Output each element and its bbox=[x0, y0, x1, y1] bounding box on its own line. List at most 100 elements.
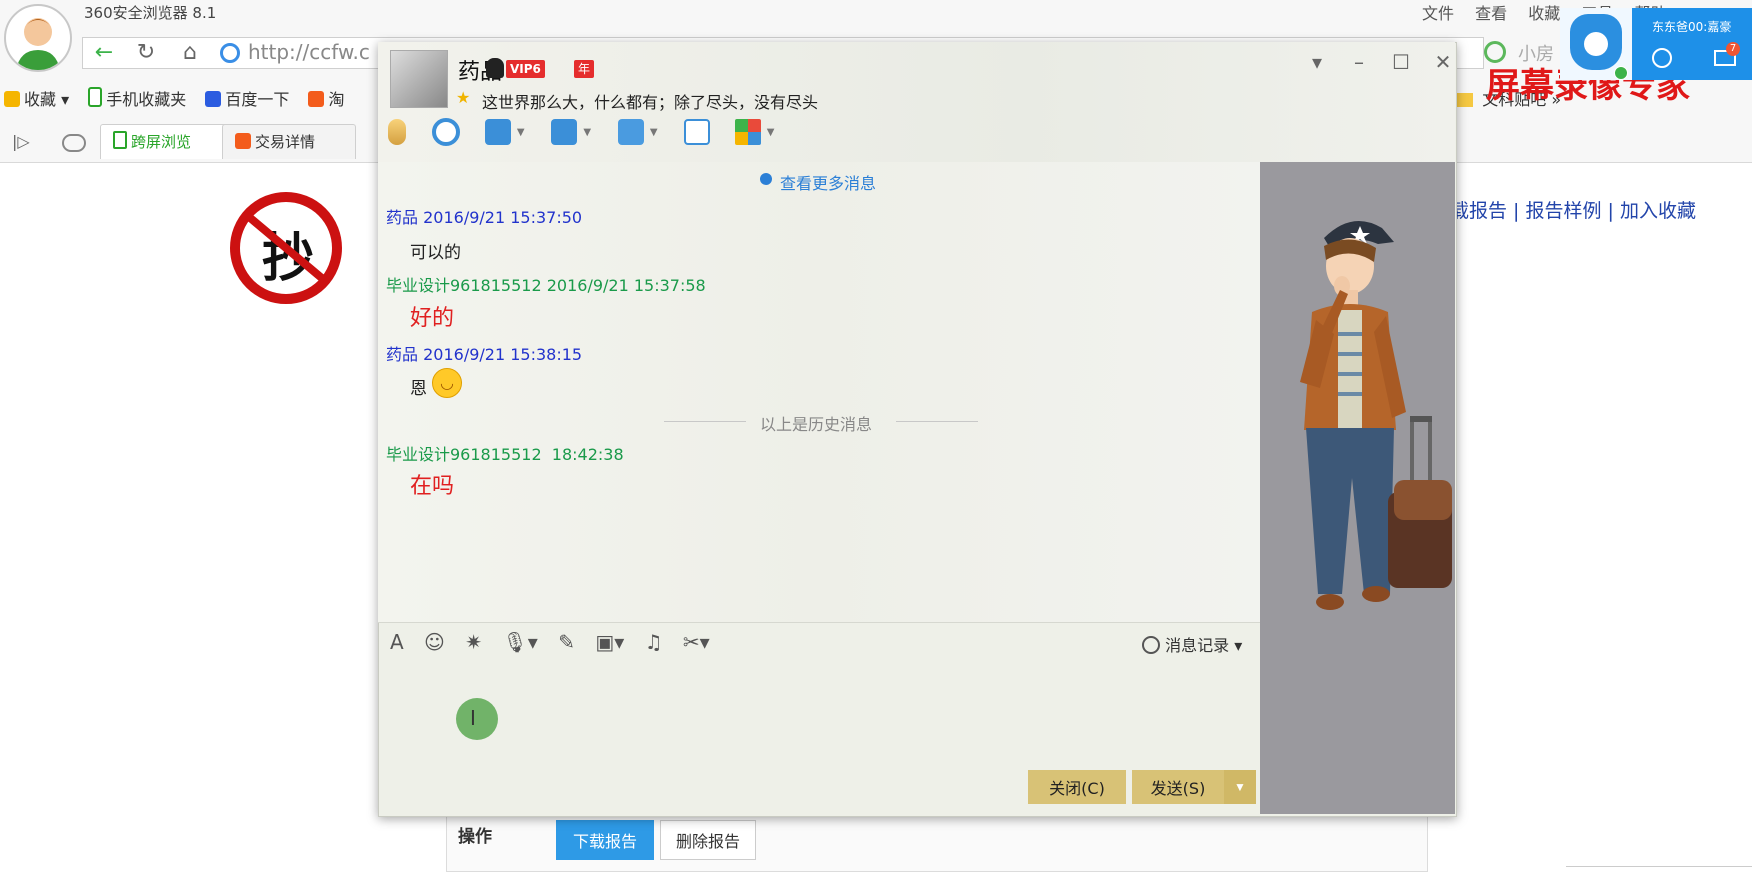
maximize-icon[interactable]: ☐ bbox=[1380, 50, 1422, 74]
secure-globe-icon bbox=[220, 43, 240, 63]
penguin-icon bbox=[486, 58, 504, 78]
input-tools: A ☺ ✷ 🎙▾ ✎ ▣▾ ♫ ✂▾ bbox=[390, 630, 724, 654]
dropdown-icon[interactable]: ▼ bbox=[517, 127, 531, 138]
online-status-icon bbox=[1614, 66, 1628, 80]
baidu-paw-icon bbox=[205, 91, 222, 107]
message-time: 2016/9/21 15:38:15 bbox=[423, 345, 583, 364]
message-record-button[interactable]: 消息记录 ▾ bbox=[1142, 632, 1242, 656]
message-sender: 药品 bbox=[386, 208, 419, 227]
divider bbox=[1566, 866, 1752, 867]
edit-icon[interactable]: ✎ bbox=[558, 630, 575, 654]
dropdown-icon[interactable]: ▼ bbox=[767, 127, 781, 138]
screenshot-icon[interactable]: ✂▾ bbox=[683, 630, 710, 654]
nudge-icon[interactable]: ✷ bbox=[465, 630, 482, 654]
notification-text: 东东爸00:嘉豪 bbox=[1652, 20, 1732, 34]
send-button[interactable]: 发送(S) bbox=[1132, 770, 1224, 804]
download-report-button[interactable]: 下载报告 bbox=[556, 820, 654, 860]
taobao-icon bbox=[308, 91, 325, 107]
bookmark-taobao[interactable]: 淘 bbox=[308, 86, 344, 110]
message-text: 在吗 bbox=[410, 474, 455, 499]
send-options-dropdown[interactable]: ▼ bbox=[1224, 770, 1256, 804]
window-controls: ▾ – ☐ ✕ bbox=[1296, 50, 1464, 74]
message-header: 毕业设计961815512 2016/9/21 15:37:58 bbox=[386, 272, 706, 296]
bookmark-mobile[interactable]: 手机收藏夹 bbox=[88, 86, 186, 110]
cloud-icon[interactable] bbox=[62, 134, 86, 152]
dropdown-icon[interactable]: ▾ bbox=[1296, 50, 1338, 74]
close-icon[interactable]: ✕ bbox=[1422, 50, 1464, 74]
menu-item-favorites[interactable]: 收藏 bbox=[1528, 4, 1560, 23]
apps-icon[interactable] bbox=[734, 119, 761, 145]
star-icon bbox=[4, 91, 20, 107]
show-character-panel bbox=[1260, 162, 1455, 814]
page-links[interactable]: 载报告 | 报告样例 | 加入收藏 bbox=[1450, 196, 1696, 223]
mail-badge: 7 bbox=[1726, 42, 1740, 56]
voice-call-icon[interactable] bbox=[388, 119, 406, 145]
bookmark-baidu[interactable]: 百度一下 bbox=[205, 86, 289, 110]
user-avatar[interactable] bbox=[4, 4, 72, 72]
divider bbox=[896, 421, 978, 422]
contact-avatar[interactable] bbox=[390, 50, 448, 108]
operations-label: 操作 bbox=[458, 827, 492, 847]
cursor-highlight bbox=[456, 698, 498, 740]
character-illustration bbox=[1300, 220, 1452, 610]
message-header: 毕业设计961815512 18:42:38 bbox=[386, 441, 624, 465]
mascot-face bbox=[1584, 32, 1608, 56]
phone-icon bbox=[88, 87, 103, 107]
clock-icon bbox=[1142, 636, 1160, 654]
dropdown-icon[interactable]: ▼ bbox=[583, 127, 597, 138]
message-time: 2016/9/21 15:37:50 bbox=[423, 208, 583, 227]
video-call-icon[interactable] bbox=[432, 118, 461, 146]
message-list[interactable] bbox=[378, 162, 1260, 622]
image-icon[interactable]: ▣▾ bbox=[595, 630, 624, 654]
message-time: 18:42:38 bbox=[551, 445, 624, 464]
discussion-icon[interactable] bbox=[684, 119, 711, 145]
phone-icon bbox=[113, 131, 127, 149]
chat-toolbar: ▼ ▼ ▼ ▼ bbox=[388, 118, 797, 158]
screen-share-icon[interactable] bbox=[484, 119, 511, 145]
home-icon[interactable]: ⌂ bbox=[176, 40, 204, 66]
bookmarks-bar: 收藏 ▾ 手机收藏夹 百度一下 淘 bbox=[4, 86, 358, 110]
message-sender: 药品 bbox=[386, 345, 419, 364]
divider bbox=[664, 421, 746, 422]
browser-title: 360安全浏览器 8.1 bbox=[84, 4, 217, 22]
smile-emoji-icon: ◡ bbox=[432, 368, 462, 398]
delete-report-button[interactable]: 删除报告 bbox=[660, 820, 756, 860]
message-header: 药品 2016/9/21 15:38:15 bbox=[386, 341, 582, 365]
bookmark-favorites[interactable]: 收藏 ▾ bbox=[4, 86, 69, 110]
close-button[interactable]: 关闭(C) bbox=[1028, 770, 1126, 804]
message-sender: 毕业设计961815512 bbox=[386, 445, 542, 464]
message-header: 药品 2016/9/21 15:37:50 bbox=[386, 204, 582, 228]
folder-icon bbox=[1457, 93, 1474, 107]
view-more-messages-link[interactable]: 查看更多消息 bbox=[780, 170, 876, 194]
text-cursor-icon: I bbox=[470, 706, 476, 730]
message-sender: 毕业设计961815512 bbox=[386, 276, 542, 295]
message-time: 2016/9/21 15:37:58 bbox=[546, 276, 706, 295]
menu-item-view[interactable]: 查看 bbox=[1475, 4, 1507, 23]
tab-trade-details[interactable]: 交易详情 bbox=[222, 124, 356, 159]
tab-cross-screen[interactable]: 跨屏浏览 bbox=[100, 124, 234, 159]
remote-desktop-icon[interactable] bbox=[617, 119, 644, 145]
font-icon[interactable]: A bbox=[390, 630, 404, 654]
clock-icon bbox=[760, 173, 772, 185]
minimize-icon[interactable]: – bbox=[1338, 50, 1380, 74]
music-icon[interactable]: ♫ bbox=[645, 630, 663, 654]
vip-badge: VIP6 bbox=[506, 60, 545, 78]
sidebar-toggle-icon[interactable]: |▷ bbox=[12, 132, 30, 151]
file-transfer-icon[interactable] bbox=[551, 119, 578, 145]
voice-message-icon[interactable]: 🎙▾ bbox=[502, 630, 537, 654]
history-divider-label: 以上是历史消息 bbox=[760, 415, 873, 434]
message-input[interactable] bbox=[378, 668, 1260, 814]
url-field[interactable]: http://ccfw.c bbox=[248, 40, 370, 64]
back-icon[interactable]: ← bbox=[90, 40, 118, 66]
star-icon: ★ bbox=[456, 88, 471, 107]
message-text: 可以的 bbox=[410, 243, 461, 263]
year-badge: 年 bbox=[574, 60, 594, 78]
smile-icon[interactable] bbox=[1652, 48, 1672, 68]
emoji-icon[interactable]: ☺ bbox=[424, 630, 445, 654]
message-text: 好的 bbox=[410, 306, 455, 331]
dropdown-icon[interactable]: ▼ bbox=[650, 127, 664, 138]
menu-item-file[interactable]: 文件 bbox=[1422, 4, 1454, 23]
refresh-icon[interactable]: ↻ bbox=[132, 40, 160, 66]
message-text: 恩 bbox=[410, 379, 427, 399]
taobao-icon bbox=[235, 133, 251, 149]
